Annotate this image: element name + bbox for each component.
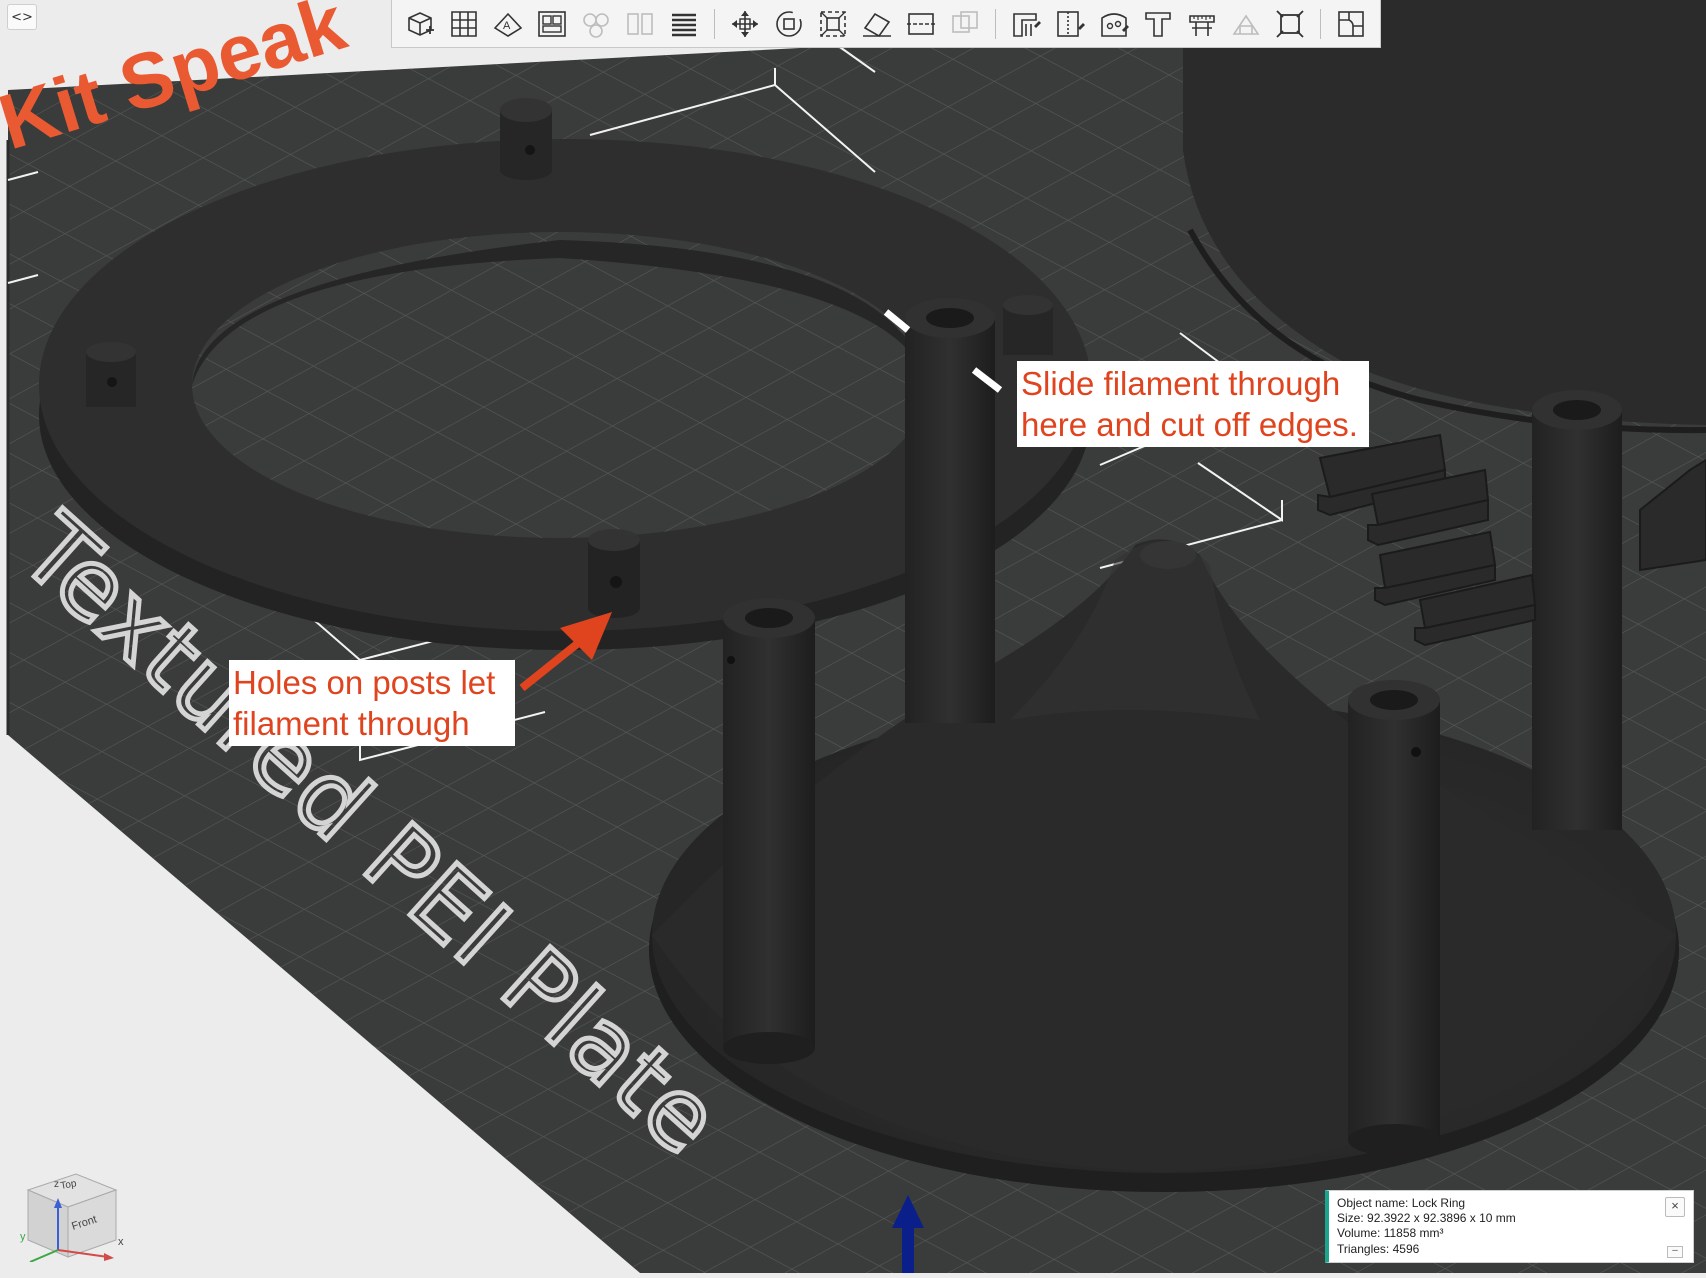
axis-x-label: x	[118, 1236, 124, 1248]
boolean-icon[interactable]	[945, 4, 985, 44]
axis-z-label: z	[54, 1179, 59, 1190]
cut-icon[interactable]	[901, 4, 941, 44]
assembly-icon[interactable]	[1226, 4, 1266, 44]
minimize-icon[interactable]: –	[1667, 1246, 1683, 1258]
plate-view-icon[interactable]	[532, 4, 572, 44]
rotate-icon[interactable]	[769, 4, 809, 44]
scene[interactable]: Kit Speak Textured PEI Plate	[0, 0, 1706, 1273]
annotation-holes-callout: Holes on posts let filament through	[229, 660, 515, 746]
scale-icon[interactable]	[813, 4, 853, 44]
arrange-grid-icon[interactable]	[444, 4, 484, 44]
variable-layer-icon[interactable]	[1331, 4, 1371, 44]
support-paint-icon[interactable]	[1006, 4, 1046, 44]
object-volume-value: 11858 mm³	[1383, 1226, 1444, 1241]
navigation-cube[interactable]: Top Front z x y	[18, 1162, 128, 1263]
toolbar-separator	[1320, 8, 1321, 39]
collapse-sidebar-button[interactable]: <>	[7, 4, 37, 30]
auto-orient-icon[interactable]: A	[488, 4, 528, 44]
svg-text:A: A	[503, 20, 511, 32]
layers-icon[interactable]	[664, 4, 704, 44]
object-size-row: Size: 92.3922 x 92.3896 x 10 mm	[1337, 1211, 1685, 1226]
object-size-label: Size:	[1337, 1211, 1364, 1226]
text-emboss-icon[interactable]	[1138, 4, 1178, 44]
object-triangles-row: Triangles: 4596	[1337, 1242, 1685, 1257]
object-volume-row: Volume: 11858 mm³	[1337, 1226, 1685, 1241]
object-size-value: 92.3922 x 92.3896 x 10 mm	[1367, 1211, 1516, 1226]
toolbar-separator	[714, 8, 715, 39]
axis-y-label: y	[20, 1231, 26, 1243]
object-triangles-label: Triangles:	[1337, 1241, 1390, 1256]
object-name-row: Object name: Lock Ring	[1337, 1196, 1685, 1211]
split-objects-icon[interactable]	[576, 4, 616, 44]
annotation-slide-callout: Slide filament through here and cut off …	[1017, 361, 1369, 447]
color-paint-icon[interactable]	[1094, 4, 1134, 44]
move-icon[interactable]	[725, 4, 765, 44]
object-name-value: Lock Ring	[1411, 1196, 1466, 1210]
lay-on-face-icon[interactable]	[857, 4, 897, 44]
toolbar-separator	[995, 8, 996, 39]
object-info-panel: Object name: Lock Ring Size: 92.3922 x 9…	[1325, 1190, 1694, 1263]
seam-paint-icon[interactable]	[1050, 4, 1090, 44]
measure-icon[interactable]	[1182, 4, 1222, 44]
3d-viewport[interactable]: Kit Speak Textured PEI Plate Top Front z…	[0, 0, 1706, 1273]
object-name-label: Object name:	[1337, 1196, 1409, 1210]
object-volume-label: Volume:	[1337, 1226, 1381, 1241]
add-object-icon[interactable]	[400, 4, 440, 44]
split-parts-icon[interactable]	[620, 4, 660, 44]
close-icon[interactable]: ×	[1665, 1197, 1685, 1217]
top-toolbar: A	[391, 0, 1381, 48]
object-triangles-value: 4596	[1392, 1241, 1420, 1256]
fit-view-icon[interactable]	[1270, 4, 1310, 44]
